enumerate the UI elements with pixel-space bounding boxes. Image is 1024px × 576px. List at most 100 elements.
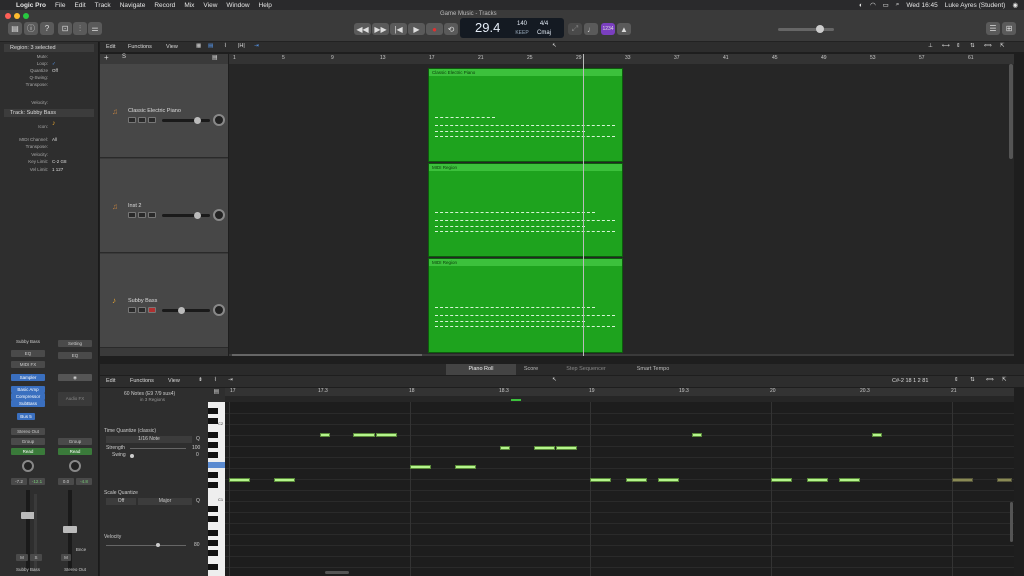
tab-piano-roll[interactable]: Piano Roll [446, 364, 516, 375]
library-icon[interactable]: ▤ [8, 22, 22, 35]
track-name[interactable]: Subby Bass [128, 298, 157, 304]
menu-file[interactable]: File [55, 2, 65, 9]
close-window-button[interactable] [5, 13, 11, 19]
track-volume-knob[interactable] [194, 117, 201, 124]
midi-note[interactable] [534, 446, 555, 450]
track-pan-knob[interactable] [213, 304, 225, 316]
midi-note[interactable] [376, 433, 397, 437]
track-header-2[interactable]: ♫ Inst 2 [100, 159, 228, 253]
strip-automation-button[interactable]: Read [58, 448, 92, 455]
strip-pan-knob[interactable] [69, 460, 81, 472]
catch-playhead-icon[interactable]: ⇥ [254, 43, 259, 49]
inspector-icon[interactable]: ⓘ [24, 22, 38, 35]
add-track-button[interactable]: + [104, 53, 109, 62]
menu-mix[interactable]: Mix [184, 2, 194, 9]
collapse-icon[interactable]: ⇱ [1002, 377, 1007, 383]
strip-group-button[interactable]: Group [11, 438, 45, 445]
track-row-value[interactable]: C-2 G8 [52, 159, 67, 164]
strip-automation-button[interactable]: Read [11, 448, 45, 455]
menu-record[interactable]: Record [154, 2, 175, 9]
playhead[interactable] [583, 54, 584, 356]
midi-note[interactable] [353, 433, 375, 437]
black-key[interactable] [208, 472, 218, 478]
midi-note[interactable] [320, 433, 330, 437]
wifi-icon[interactable]: ◠ [870, 1, 876, 9]
midi-note[interactable] [658, 478, 679, 482]
midi-note[interactable] [410, 465, 431, 469]
strip-volume-fader[interactable] [63, 526, 77, 533]
waveform-zoom-icon[interactable]: ⇕ [956, 43, 961, 49]
black-key[interactable] [208, 482, 218, 488]
rewind-button[interactable]: ◀◀ [354, 23, 371, 35]
record-button[interactable]: ● [426, 23, 443, 35]
mixer-icon[interactable]: ⚌ [88, 22, 102, 35]
track-volume-knob[interactable] [178, 307, 185, 314]
strip-link-icon[interactable]: ◉ [58, 374, 92, 381]
horizontal-scroll-thumb[interactable] [325, 571, 349, 574]
strip-eq-button[interactable]: EQ [11, 350, 45, 357]
replace-icon[interactable]: ⤢ [568, 23, 582, 35]
solo-button[interactable] [138, 212, 146, 218]
search-icon[interactable]: ⌕ [896, 1, 900, 9]
editor-view-menu[interactable]: View [168, 378, 180, 384]
piano-keyboard[interactable]: C2 C1 [208, 402, 225, 576]
horizontal-zoom-icon[interactable]: ⟺ [986, 377, 994, 383]
midi-region[interactable]: MIDI Region [428, 258, 623, 353]
quantize-select[interactable]: Off [52, 68, 58, 73]
tracks-functions-menu[interactable]: Functions [128, 44, 152, 50]
piano-roll-ruler[interactable]: 17 17.3 18 18.3 19 19.3 20 20.3 21 [225, 388, 1014, 396]
velocity-slider[interactable] [106, 545, 186, 546]
metronome-icon[interactable]: ▲ [617, 23, 631, 35]
midi-note[interactable] [872, 433, 882, 437]
highlighted-key[interactable] [208, 462, 225, 468]
waveform-zoom-icon[interactable]: ⇕ [954, 377, 959, 383]
strip-fx-slot-3[interactable]: SubBass [11, 400, 45, 407]
menubar-user[interactable]: Luke Ayres (Student) [945, 2, 1006, 9]
master-volume-knob[interactable] [816, 25, 824, 33]
quantize-button[interactable]: Q [196, 436, 200, 442]
tracks-view-menu[interactable]: View [166, 44, 178, 50]
record-enable-button[interactable] [148, 212, 156, 218]
scale-quantize-button[interactable]: Q [196, 498, 200, 504]
midi-note[interactable] [692, 433, 702, 437]
strip-instrument-slot[interactable]: Sampler [11, 374, 45, 381]
midi-note[interactable] [626, 478, 647, 482]
mute-button[interactable] [128, 212, 136, 218]
list-view-icon[interactable]: ▤ [208, 43, 213, 49]
master-volume-slider[interactable] [778, 28, 834, 31]
minimize-window-button[interactable] [14, 13, 20, 19]
black-key[interactable] [208, 442, 218, 448]
battery-icon[interactable]: ▭ [883, 1, 889, 9]
strip-mute-button[interactable]: M [61, 554, 71, 561]
black-key[interactable] [208, 432, 218, 438]
track-volume-slider[interactable] [162, 309, 210, 312]
track-name[interactable]: Classic Electric Piano [128, 108, 181, 114]
track-header-1[interactable]: ♫ Classic Electric Piano [100, 64, 228, 158]
midi-note[interactable] [229, 478, 250, 482]
midi-region[interactable]: Classic Electric Piano [428, 68, 623, 162]
note-value-select[interactable]: 1/16 Note [106, 436, 192, 443]
menu-edit[interactable]: Edit [74, 2, 85, 9]
vertical-scroll-thumb[interactable] [1009, 64, 1013, 159]
count-in-button[interactable]: 1234 [601, 23, 615, 35]
horizontal-scroll-thumb[interactable] [232, 354, 422, 356]
strip-group-button[interactable]: Group [58, 438, 92, 445]
editor-edit-menu[interactable]: Edit [106, 378, 115, 384]
play-button[interactable]: ▶ [408, 23, 425, 35]
strip-volume-fader[interactable] [21, 512, 35, 519]
pointer-tool-icon[interactable]: ↖ [552, 43, 557, 49]
black-key[interactable] [208, 506, 218, 512]
cycle-button[interactable]: ⟲ [444, 23, 458, 35]
scale-root-select[interactable]: Off [106, 498, 136, 505]
siri-icon[interactable]: ◉ [1012, 1, 1018, 9]
midi-note[interactable] [997, 478, 1012, 482]
menubar-clock[interactable]: Wed 16:45 [906, 2, 937, 9]
black-key[interactable] [208, 540, 218, 546]
black-key[interactable] [208, 452, 218, 458]
region-inspector-header[interactable]: Region: 3 selected [4, 44, 94, 52]
midi-note[interactable] [771, 478, 792, 482]
strip-fx-slot-1[interactable]: Basic Amp [11, 386, 45, 393]
midi-note[interactable] [455, 465, 476, 469]
strip-setting-button[interactable]: Setting [58, 340, 92, 347]
track-pan-knob[interactable] [213, 114, 225, 126]
